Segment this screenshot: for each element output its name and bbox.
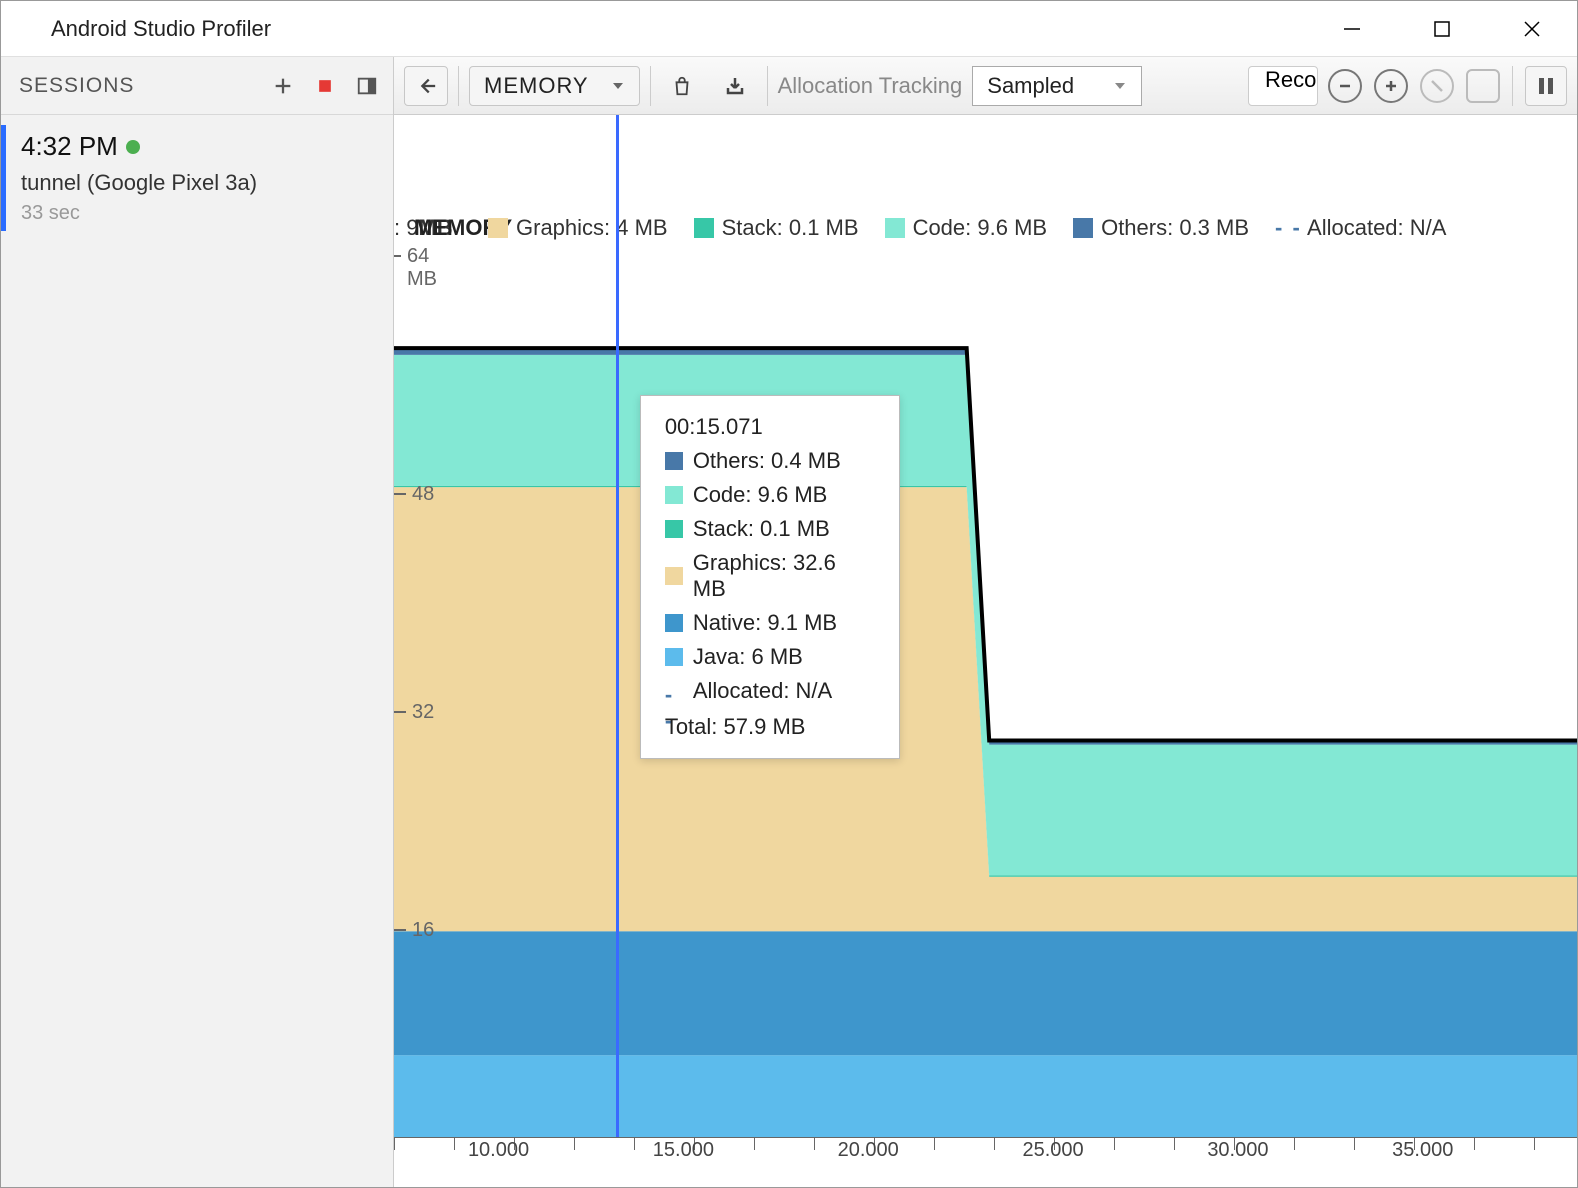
session-time: 4:32 PM <box>21 131 118 162</box>
sessions-header: SESSIONS <box>1 57 393 115</box>
collapse-panel-icon[interactable] <box>355 74 379 98</box>
tooltip-row: Code: 9.6 MB <box>665 482 875 508</box>
x-axis-ticks: 10.00015.00020.00025.00030.00035.000 <box>394 1139 1577 1169</box>
session-duration: 33 sec <box>21 202 373 225</box>
tooltip-row: - -Allocated: N/A <box>665 678 875 704</box>
tooltip-time: 00:15.071 <box>665 414 875 440</box>
swatch-allocated-icon: - - <box>1275 215 1299 241</box>
reset-zoom-button[interactable] <box>1420 69 1454 103</box>
stacked-area-chart[interactable] <box>394 265 1577 1137</box>
profiler-content: MEMORY Allocation Tracking Sampled Recor… <box>394 57 1577 1187</box>
session-description: tunnel (Google Pixel 3a) <box>21 170 373 196</box>
pause-live-button[interactable] <box>1525 66 1567 106</box>
time-cursor[interactable] <box>616 115 619 1137</box>
swatch-stack-icon <box>694 218 714 238</box>
zoom-in-button[interactable] <box>1374 69 1408 103</box>
tooltip-row: Stack: 0.1 MB <box>665 516 875 542</box>
stop-session-icon[interactable] <box>313 74 337 98</box>
session-active-indicator <box>1 125 6 231</box>
tooltip-row: Java: 6 MB <box>665 644 875 670</box>
tracking-label: Allocation Tracking <box>778 73 963 99</box>
zoom-out-button[interactable] <box>1328 69 1362 103</box>
swatch-others-icon <box>1073 218 1093 238</box>
chevron-down-icon <box>611 79 625 93</box>
session-live-dot-icon <box>126 140 140 154</box>
maximize-button[interactable] <box>1397 1 1487 56</box>
profiler-type-label: MEMORY <box>484 73 589 99</box>
swatch-graphics-icon <box>488 218 508 238</box>
memory-chart-area[interactable]: : 9MB MEMORY Graphics: 4 MB Stack: 0.1 M… <box>394 115 1577 1187</box>
chevron-down-icon <box>1113 79 1127 93</box>
back-button[interactable] <box>404 66 448 106</box>
sessions-panel: SESSIONS 4:32 PM tunnel (Google Pixel 3a… <box>1 57 394 1187</box>
swatch-code-icon <box>885 218 905 238</box>
hover-tooltip: 00:15.071 Others: 0.4 MB Code: 9.6 MB Stac… <box>640 395 900 759</box>
tooltip-row: Native: 9.1 MB <box>665 610 875 636</box>
chart-legend: Graphics: 4 MB Stack: 0.1 MB Code: 9.6 M… <box>488 215 1577 241</box>
app-window: Android Studio Profiler SESSIONS 4:32 PM <box>0 0 1578 1188</box>
window-controls <box>1307 1 1577 56</box>
profiler-type-dropdown[interactable]: MEMORY <box>469 66 640 106</box>
tooltip-row: Others: 0.4 MB <box>665 448 875 474</box>
zoom-selection-button[interactable] <box>1466 69 1500 103</box>
record-button[interactable]: Record <box>1248 66 1318 106</box>
tooltip-total: Total: 57.9 MB <box>665 714 875 740</box>
title-bar: Android Studio Profiler <box>1 1 1577 57</box>
add-session-icon[interactable] <box>271 74 295 98</box>
profiler-toolbar: MEMORY Allocation Tracking Sampled Recor… <box>394 57 1577 115</box>
x-axis-line <box>394 1137 1577 1138</box>
tracking-mode-value: Sampled <box>987 73 1074 99</box>
window-title: Android Studio Profiler <box>51 16 271 42</box>
gc-button[interactable] <box>661 66 703 106</box>
tooltip-row: Graphics: 32.6 MB <box>665 550 875 602</box>
y-axis-ticks: 64 MB163248 <box>412 265 452 1137</box>
dump-heap-button[interactable] <box>713 66 757 106</box>
close-button[interactable] <box>1487 1 1577 56</box>
sessions-label: SESSIONS <box>19 74 134 98</box>
session-item[interactable]: 4:32 PM tunnel (Google Pixel 3a) 33 sec <box>1 115 393 241</box>
minimize-button[interactable] <box>1307 1 1397 56</box>
tracking-mode-dropdown[interactable]: Sampled <box>972 66 1142 106</box>
